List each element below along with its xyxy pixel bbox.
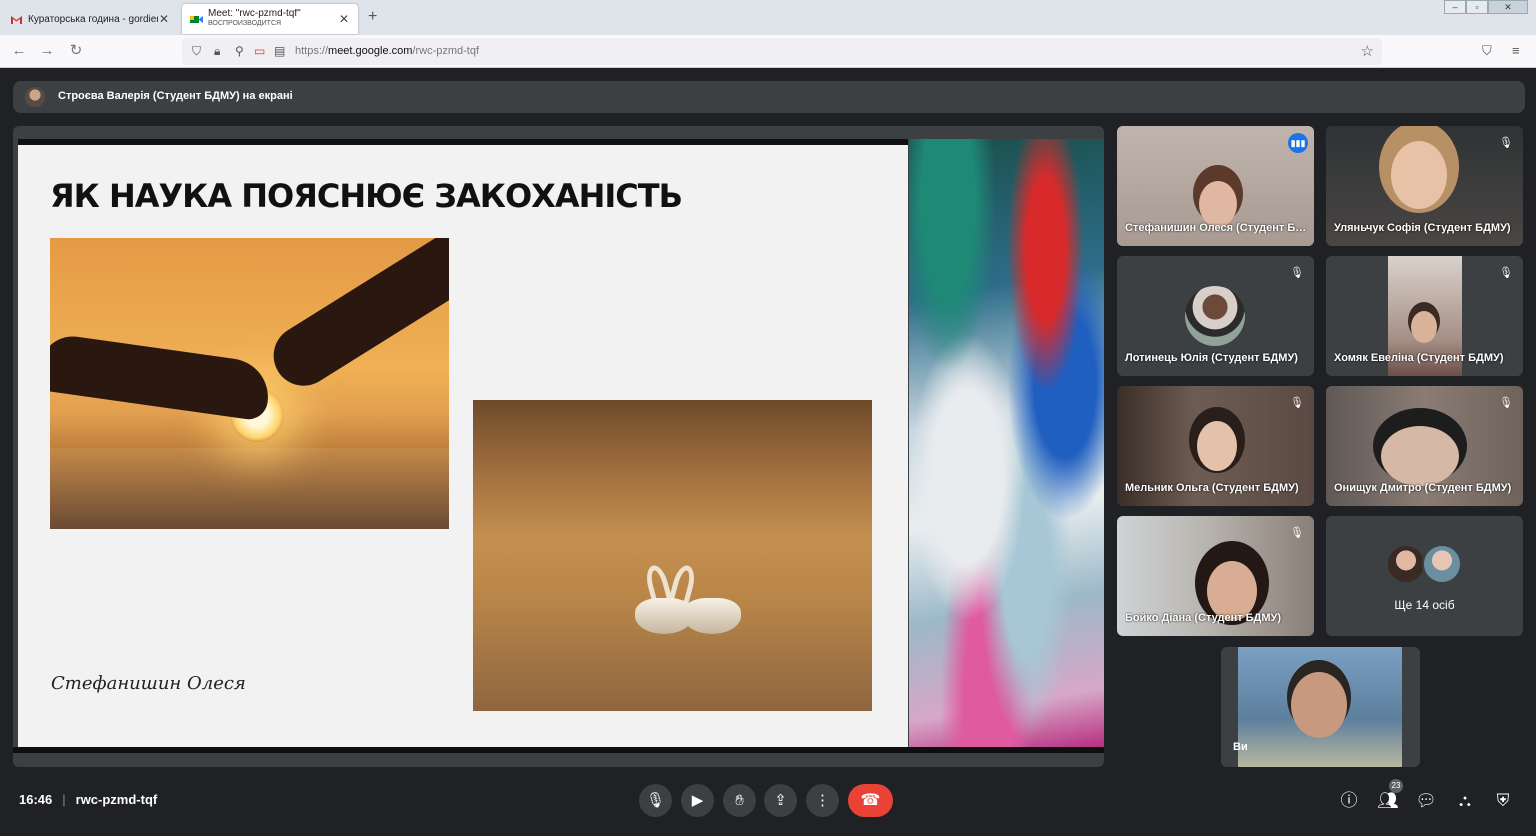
- meet-icon: [190, 13, 203, 26]
- participant-name: Онищук Дмитро (Студент БДМУ): [1334, 482, 1512, 494]
- presenting-banner: Строєва Валерія (Студент БДМУ) на екрані: [13, 81, 1525, 113]
- more-participants-avatars: [1386, 544, 1462, 584]
- participant-tile[interactable]: 🎙︎ Бойко Діана (Студент БДМУ): [1117, 516, 1314, 636]
- swans-image: [473, 400, 872, 711]
- participant-tile[interactable]: 🎙︎ Уляньчук Софія (Студент БДМУ): [1326, 126, 1523, 246]
- more-participants-label: Ще 14 осіб: [1394, 598, 1455, 612]
- presenting-text: Строєва Валерія (Студент БДМУ) на екрані: [58, 90, 293, 102]
- reload-icon[interactable]: ↻: [67, 43, 85, 59]
- close-window-icon[interactable]: ✕: [1488, 0, 1528, 14]
- tab-meet[interactable]: Meet: "rwc-pzmd-tqf" ВОСПРОИЗВОДИТСЯ ✕: [182, 4, 358, 34]
- url-domain: meet.google.com: [328, 45, 413, 57]
- meeting-time: 16:46: [19, 792, 53, 807]
- self-label: Ви: [1233, 741, 1248, 753]
- participant-tile[interactable]: 🎙︎ Онищук Дмитро (Студент БДМУ): [1326, 386, 1523, 506]
- slide-author: Стефанишин Олеся: [51, 673, 246, 694]
- raise-hand-button[interactable]: ✋︎: [723, 784, 756, 817]
- microphone-icon: 🎙︎: [645, 792, 666, 809]
- maximize-icon[interactable]: ▫: [1466, 0, 1488, 14]
- tab-subtitle: ВОСПРОИЗВОДИТСЯ: [208, 20, 282, 27]
- tab-close-icon[interactable]: ✕: [338, 12, 350, 26]
- slide: ЯК НАУКА ПОЯСНЮЄ ЗАКОХАНІСТЬ Стефанишин …: [18, 141, 908, 749]
- hang-up-icon: ☎︎: [860, 792, 881, 809]
- presenter-avatar: [25, 87, 45, 107]
- mic-muted-icon: 🎙︎: [1290, 267, 1304, 279]
- mic-muted-icon: 🎙︎: [1290, 527, 1304, 539]
- abstract-art-image: [909, 139, 1104, 753]
- slide-border: [13, 747, 1104, 753]
- camera-sharing-icon[interactable]: ▭: [254, 44, 265, 58]
- microphone-button[interactable]: 🎙︎: [639, 784, 672, 817]
- meeting-control-bar: 16:46 | rwc-pzmd-tqf 🎙︎ ▶︎ ✋︎ ⇪ ⋮ ☎︎ ⓘ 👥…: [0, 770, 1536, 836]
- mic-muted-icon: 🎙︎: [1499, 267, 1513, 279]
- minimize-icon[interactable]: –: [1444, 0, 1466, 14]
- self-view-tile[interactable]: Ви: [1221, 647, 1420, 767]
- more-options-button[interactable]: ⋮: [806, 784, 839, 817]
- present-screen-icon: ⇪: [774, 792, 787, 809]
- meeting-info: 16:46 | rwc-pzmd-tqf: [19, 792, 158, 807]
- back-icon[interactable]: ←: [10, 43, 28, 59]
- participant-name: Мельник Ольга (Студент БДМУ): [1125, 482, 1299, 494]
- browser-tab-bar: Кураторська година - gordienk ✕ Meet: "r…: [0, 0, 1536, 35]
- more-vert-icon: ⋮: [815, 792, 830, 809]
- hand-icon: ✋︎: [735, 792, 744, 809]
- window-controls: – ▫ ✕: [1444, 0, 1528, 14]
- presentation-stage[interactable]: ЯК НАУКА ПОЯСНЮЄ ЗАКОХАНІСТЬ Стефанишин …: [13, 126, 1104, 767]
- participant-tile[interactable]: 🎙︎ Лотинець Юлія (Студент БДМУ): [1117, 256, 1314, 376]
- participant-name: Уляньчук Софія (Студент БДМУ): [1334, 222, 1511, 234]
- participant-name: Лотинець Юлія (Студент БДМУ): [1125, 352, 1298, 364]
- url-text[interactable]: https://meet.google.com/rwc-pzmd-tqf: [295, 45, 479, 57]
- more-participants-tile[interactable]: Ще 14 осіб: [1326, 516, 1523, 636]
- meeting-code: rwc-pzmd-tqf: [75, 792, 158, 807]
- shield-icon[interactable]: ⛉: [192, 44, 201, 59]
- slide-border: [18, 139, 908, 145]
- participant-tile[interactable]: 🎙︎ Хомяк Евеліна (Студент БДМУ): [1326, 256, 1523, 376]
- speaking-indicator-icon: ▮▮▮: [1288, 133, 1308, 153]
- tab-title: Кураторська година - gordienk: [28, 13, 158, 25]
- gmail-icon: [10, 13, 23, 26]
- activities-icon[interactable]: ⛬: [1453, 789, 1477, 813]
- new-tab-icon[interactable]: +: [368, 8, 377, 26]
- participant-avatar: [1185, 286, 1245, 346]
- permissions-icon[interactable]: ⚲: [235, 44, 244, 58]
- camera-icon: ▶︎: [691, 792, 704, 809]
- mic-muted-icon: 🎙︎: [1499, 397, 1513, 409]
- participant-tile[interactable]: 🎙︎ Мельник Ольга (Студент БДМУ): [1117, 386, 1314, 506]
- mic-muted-icon: 🎙︎: [1499, 137, 1513, 149]
- url-prefix: https://: [295, 45, 329, 57]
- tab-close-icon[interactable]: ✕: [158, 12, 170, 26]
- chat-icon[interactable]: 💬︎: [1414, 789, 1438, 813]
- tab-title: Meet: "rwc-pzmd-tqf": [208, 9, 301, 19]
- browser-nav-bar: ← → ↻ ⛉ 🔒︎ ⚲ ▭ ▤ https://meet.google.com…: [0, 35, 1536, 68]
- participant-name: Хомяк Евеліна (Студент БДМУ): [1334, 352, 1504, 364]
- address-bar[interactable]: ⛉ 🔒︎ ⚲ ▭ ▤ https://meet.google.com/rwc-p…: [182, 38, 1382, 65]
- menu-icon[interactable]: ≡: [1512, 43, 1520, 58]
- participant-name: Бойко Діана (Студент БДМУ): [1125, 612, 1282, 624]
- lock-icon[interactable]: 🔒︎: [214, 44, 220, 59]
- meeting-details-icon[interactable]: ⓘ: [1337, 789, 1361, 813]
- url-path: /rwc-pzmd-tqf: [412, 45, 480, 57]
- reader-icon[interactable]: ▤: [274, 44, 285, 58]
- pocket-icon[interactable]: ⛉: [1482, 43, 1492, 59]
- tab-gmail[interactable]: Кураторська година - gordienk ✕: [2, 4, 178, 34]
- bookmark-star-icon[interactable]: ☆: [1361, 42, 1374, 60]
- participant-count-badge: 23: [1389, 779, 1403, 793]
- participant-name: Стефанишин Олеся (Студент БДМУ): [1125, 222, 1308, 234]
- camera-button[interactable]: ▶︎: [681, 784, 714, 817]
- participant-tile[interactable]: ▮▮▮ Стефанишин Олеся (Студент БДМУ): [1117, 126, 1314, 246]
- present-button[interactable]: ⇪: [764, 784, 797, 817]
- mic-muted-icon: 🎙︎: [1290, 397, 1304, 409]
- forward-icon[interactable]: →: [38, 43, 56, 59]
- end-call-button[interactable]: ☎︎: [848, 784, 893, 817]
- slide-title: ЯК НАУКА ПОЯСНЮЄ ЗАКОХАНІСТЬ: [50, 177, 683, 215]
- host-controls-icon[interactable]: ⛨: [1491, 789, 1515, 813]
- heart-hands-image: [50, 238, 449, 529]
